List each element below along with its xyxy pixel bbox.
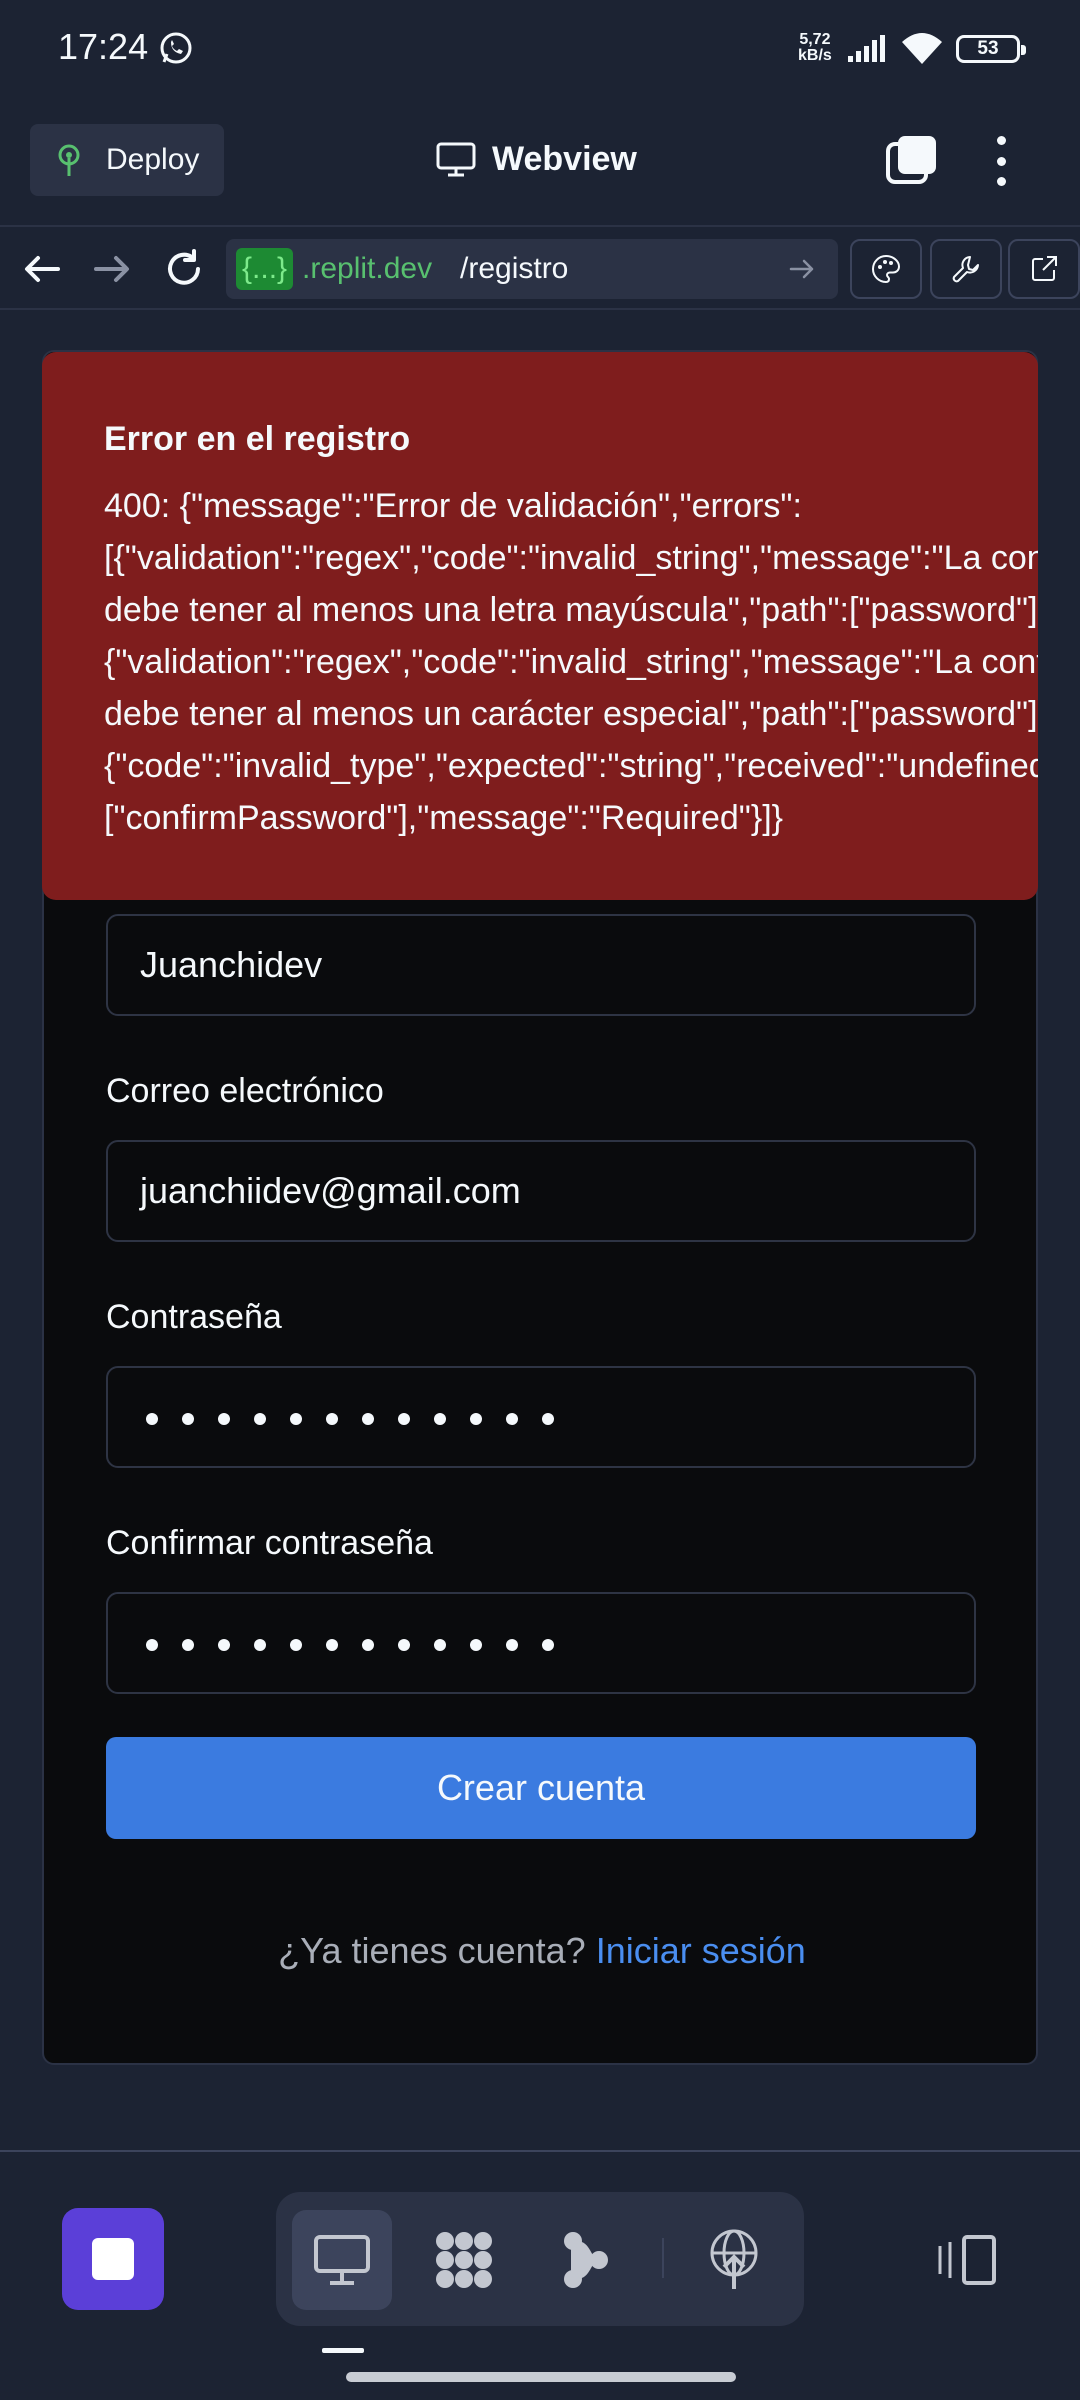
apps-tab[interactable] [414, 2210, 514, 2310]
open-external-button[interactable] [1008, 239, 1080, 299]
toast-title: Error en el registro [104, 420, 411, 458]
password-mask-dot [182, 1413, 194, 1426]
login-link[interactable]: Iniciar sesión [596, 1930, 806, 1971]
password-mask-dot [218, 1413, 230, 1426]
url-bar: {...} .replit.dev /registro [0, 225, 1080, 310]
password-mask-dot [434, 1413, 446, 1426]
password-label: Contraseña [106, 1298, 282, 1336]
deploy-label: Deploy [106, 143, 200, 176]
signal-icon [848, 35, 885, 62]
app-header: Deploy Webview [0, 100, 1080, 225]
palette-button[interactable] [850, 239, 922, 299]
devtools-button[interactable] [930, 239, 1002, 299]
external-link-icon [1032, 256, 1057, 281]
password-mask-dot [326, 1413, 338, 1426]
dock-indicator [322, 2348, 364, 2353]
wrench-icon [952, 256, 979, 283]
battery-indicator: 53 [956, 35, 1026, 63]
tabs-icon[interactable] [886, 134, 938, 186]
password-mask-dot [398, 1639, 410, 1652]
password-mask-dot [398, 1413, 410, 1426]
side-panel-icon[interactable] [936, 2234, 998, 2286]
confirm-password-field[interactable] [106, 1592, 976, 1694]
stop-button[interactable] [62, 2208, 164, 2310]
forward-icon[interactable] [88, 245, 136, 293]
password-mask-dot [506, 1413, 518, 1426]
kebab-icon[interactable] [990, 136, 1012, 186]
password-mask-dot [362, 1413, 374, 1426]
stop-icon [92, 2238, 134, 2280]
whatsapp-icon [160, 32, 192, 64]
password-mask-dot [506, 1639, 518, 1652]
bottom-bar [0, 2150, 1080, 2400]
url-host-badge: {...} [236, 248, 294, 290]
wifi-icon [902, 33, 942, 64]
login-prompt-text: ¿Ya tienes cuenta? [278, 1930, 586, 1971]
back-icon[interactable] [18, 245, 66, 293]
password-mask-dot [146, 1413, 158, 1426]
confirm-password-label: Confirmar contraseña [106, 1524, 433, 1562]
email-field[interactable]: juanchiidev@gmail.com [106, 1140, 976, 1242]
net-speed-unit: kB/s [798, 47, 832, 64]
deployments-tab[interactable] [684, 2210, 784, 2310]
password-mask-dot [218, 1639, 230, 1652]
dock [276, 2192, 804, 2326]
page-title: Webview [492, 140, 637, 178]
status-bar: 17:24 5,72 kB/s 53 [0, 0, 1080, 100]
url-input[interactable]: {...} .replit.dev /registro [226, 239, 838, 299]
deploy-button[interactable]: Deploy [30, 124, 224, 196]
toast-message: 400: {"message":"Error de validación","e… [104, 487, 1038, 837]
webview-icon [314, 2235, 370, 2285]
deploy-tree-icon [58, 144, 80, 176]
password-mask-dot [290, 1413, 302, 1426]
url-path: /registro [460, 252, 569, 285]
create-account-button[interactable]: Crear cuenta [106, 1737, 976, 1839]
password-mask-dot [470, 1413, 482, 1426]
palette-icon [872, 254, 901, 284]
webview-tab[interactable] [292, 2210, 392, 2310]
password-field[interactable] [106, 1366, 976, 1468]
password-mask-dot [542, 1639, 554, 1652]
net-speed: 5,72 kB/s [798, 32, 832, 64]
url-host: .replit.dev [302, 252, 433, 285]
git-tab[interactable] [536, 2210, 636, 2310]
status-time: 17:24 [58, 26, 149, 67]
password-mask-dot [146, 1639, 158, 1652]
password-mask-dot [254, 1413, 266, 1426]
password-mask-dot [254, 1639, 266, 1652]
email-label: Correo electrónico [106, 1072, 384, 1110]
error-toast[interactable]: Error en el registro 400: {"message":"Er… [42, 352, 1038, 900]
git-icon [564, 2232, 608, 2288]
net-speed-value: 5,72 [799, 31, 831, 48]
password-mask-dot [542, 1413, 554, 1426]
deploy-globe-icon [710, 2229, 758, 2289]
password-mask-dot [290, 1639, 302, 1652]
password-mask-dot [362, 1639, 374, 1652]
monitor-icon [436, 142, 476, 176]
go-arrow-icon[interactable] [788, 255, 816, 283]
apps-icon [436, 2232, 492, 2288]
password-mask-dot [434, 1639, 446, 1652]
reload-icon[interactable] [160, 245, 208, 293]
password-mask-dot [326, 1639, 338, 1652]
password-mask-dot [182, 1639, 194, 1652]
dock-divider [662, 2238, 664, 2278]
login-prompt: ¿Ya tienes cuenta? Iniciar sesión [44, 1930, 1040, 1972]
password-mask-dot [470, 1639, 482, 1652]
header-title: Webview [436, 140, 637, 179]
home-indicator[interactable] [346, 2372, 736, 2382]
username-field[interactable]: Juanchidev [106, 914, 976, 1016]
